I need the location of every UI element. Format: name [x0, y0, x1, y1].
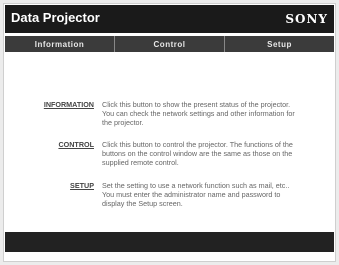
menu-row-setup: SETUP Set the setting to use a network f…: [28, 181, 318, 208]
information-link[interactable]: INFORMATION: [28, 100, 94, 127]
footer-bar: [5, 232, 334, 252]
app-header: Data Projector SONY: [5, 5, 334, 33]
nav-tabs: Information Control Setup: [5, 36, 334, 52]
tab-control[interactable]: Control: [115, 36, 225, 52]
tab-information[interactable]: Information: [5, 36, 115, 52]
brand-logo: SONY: [285, 12, 328, 26]
control-link[interactable]: CONTROL: [28, 140, 94, 167]
menu-row-information: INFORMATION Click this button to show th…: [28, 100, 318, 127]
app-title: Data Projector: [11, 10, 100, 25]
setup-description: Set the setting to use a network functio…: [102, 181, 290, 208]
tab-setup[interactable]: Setup: [225, 36, 334, 52]
menu-row-control: CONTROL Click this button to control the…: [28, 140, 318, 167]
control-description: Click this button to control the project…: [102, 140, 293, 167]
setup-link[interactable]: SETUP: [28, 181, 94, 208]
information-description: Click this button to show the present st…: [102, 100, 295, 127]
